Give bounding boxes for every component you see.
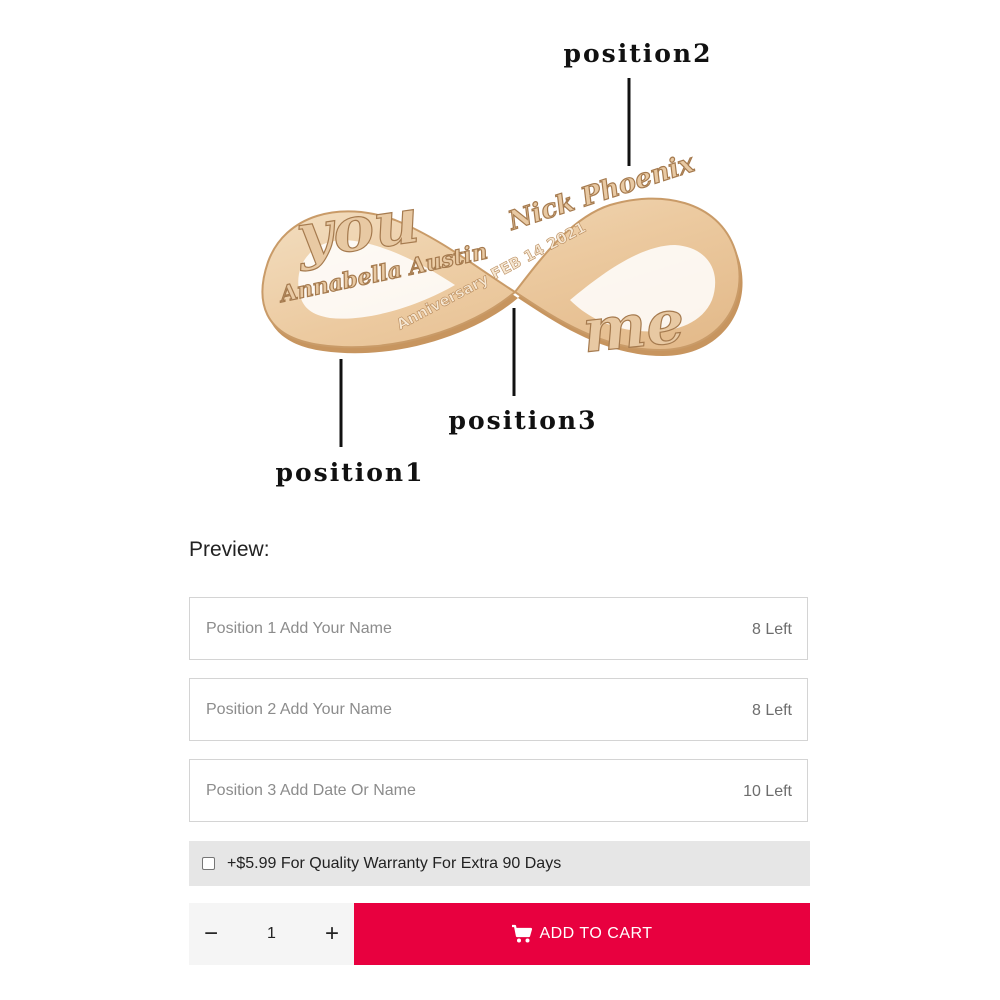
callout-label-position1: position1 (275, 458, 424, 487)
position3-date-input[interactable] (190, 760, 807, 821)
engraving-word-right: me (579, 287, 687, 367)
add-to-cart-label: ADD TO CART (539, 925, 653, 942)
position1-field: 8 Left (189, 597, 808, 660)
warranty-option[interactable]: +$5.99 For Quality Warranty For Extra 90… (189, 841, 810, 886)
preview-label: Preview: (189, 538, 270, 561)
warranty-label: +$5.99 For Quality Warranty For Extra 90… (227, 854, 562, 872)
quantity-value[interactable]: 1 (233, 925, 310, 943)
position1-name-input[interactable] (190, 598, 807, 659)
position2-field: 8 Left (189, 678, 808, 741)
quantity-stepper: − 1 + (189, 903, 354, 965)
position3-field: 10 Left (189, 759, 808, 822)
infinity-sign-illustration: you me Annabella Austin Nick Phoenix Ann… (261, 39, 743, 487)
callout-label-position3: position3 (448, 406, 597, 435)
position3-char-counter: 10 Left (743, 783, 792, 800)
quantity-decrease-button[interactable]: − (189, 903, 233, 965)
product-image: you me Annabella Austin Nick Phoenix Ann… (0, 0, 1000, 510)
add-to-cart-button[interactable]: ADD TO CART (354, 903, 810, 965)
position1-char-counter: 8 Left (751, 621, 792, 638)
warranty-checkbox[interactable] (202, 857, 215, 870)
cart-icon (512, 924, 533, 943)
callout-label-position2: position2 (563, 39, 712, 68)
position2-name-input[interactable] (190, 679, 807, 740)
quantity-increase-button[interactable]: + (310, 903, 354, 965)
position2-char-counter: 8 Left (751, 702, 792, 719)
